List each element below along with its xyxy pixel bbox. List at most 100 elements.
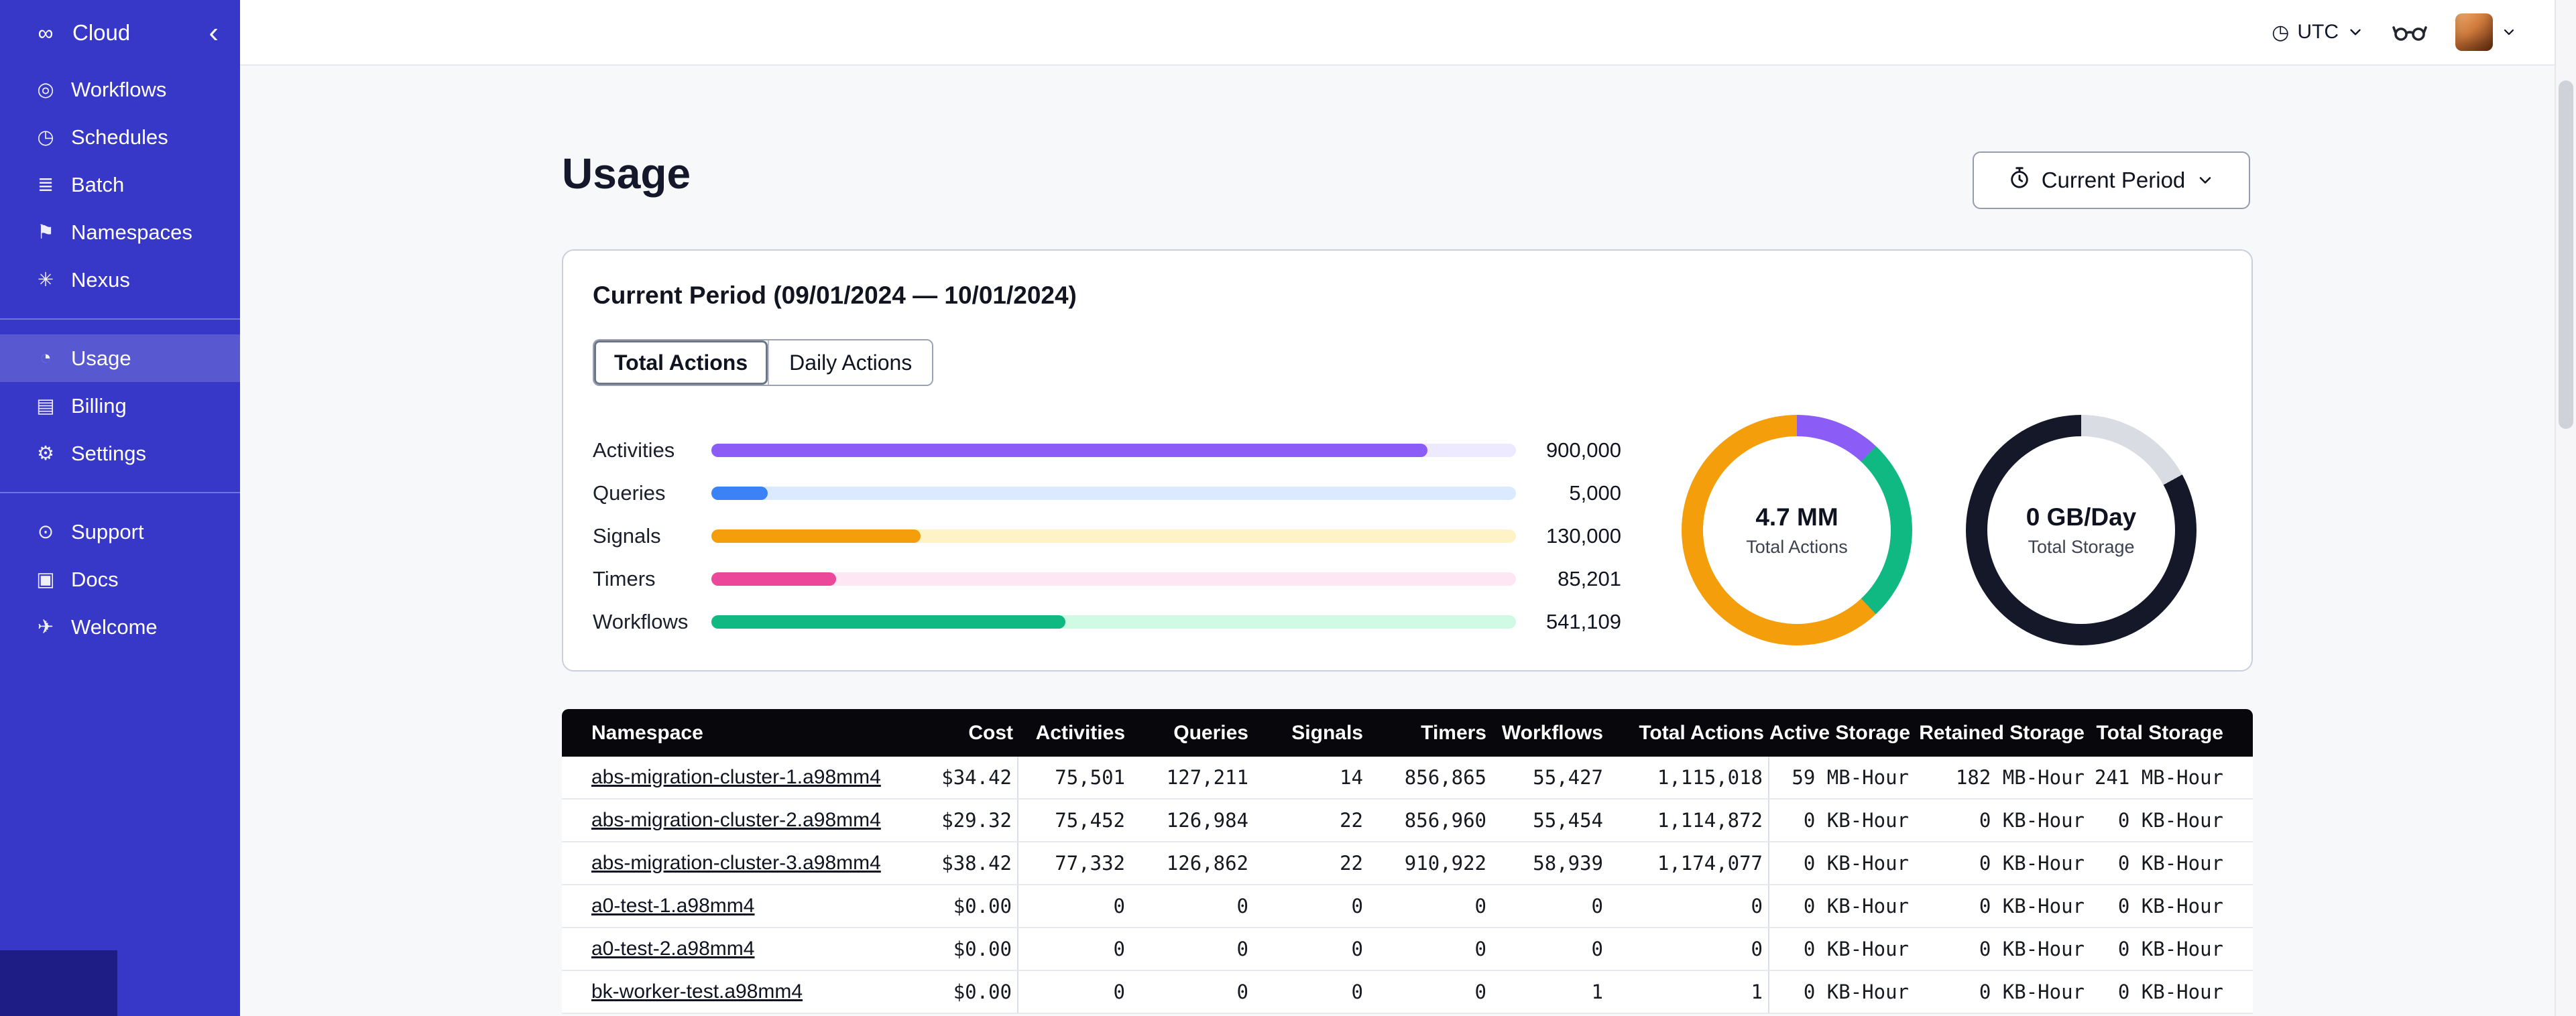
- namespace-link[interactable]: abs-migration-cluster-1.a98mm4: [591, 766, 881, 788]
- cell-queries: 0: [1130, 971, 1254, 1014]
- namespace-link[interactable]: abs-migration-cluster-3.a98mm4: [591, 852, 881, 874]
- bar-label: Workflows: [593, 610, 689, 633]
- cell-total-actions: 1,115,018: [1608, 757, 1769, 800]
- timezone-selector[interactable]: ◷ UTC: [2272, 21, 2364, 44]
- cell-activities: 0: [1018, 928, 1130, 971]
- cell-workflows: 0: [1492, 885, 1608, 928]
- cell-queries: 127,211: [1130, 757, 1254, 800]
- cell-workflows: 55,454: [1492, 800, 1608, 842]
- cell-signals: 0: [1254, 971, 1368, 1014]
- actions-tabs: Total Actions Daily Actions: [593, 339, 934, 386]
- cell-active-storage: 0 KB-Hour: [1769, 885, 1914, 928]
- header-signals: Signals: [1254, 709, 1368, 757]
- cell-workflows: 58,939: [1492, 842, 1608, 885]
- table-row: abs-migration-cluster-3.a98mm4 $38.42 77,3…: [562, 842, 2253, 885]
- sidebar-item-workflows[interactable]: ◎ Workflows: [0, 66, 240, 113]
- sidebar-item-label: Batch: [71, 172, 125, 196]
- cell-total-storage: 241 MB-Hour: [2090, 757, 2253, 800]
- sidebar-item-billing[interactable]: ▤ Billing: [0, 382, 240, 430]
- sidebar-brand[interactable]: ∞ Cloud ‹: [0, 0, 240, 66]
- bar-track: [711, 615, 1516, 629]
- sidebar-item-batch[interactable]: ≣ Batch: [0, 161, 240, 208]
- donut-center: 4.7 MM Total Actions: [1703, 436, 1891, 624]
- cell-namespace: abs-migration-cluster-2.a98mm4: [562, 800, 884, 842]
- cell-retained-storage: 0 KB-Hour: [1914, 885, 2090, 928]
- tab-daily-actions[interactable]: Daily Actions: [768, 340, 933, 385]
- bar-fill: [711, 444, 1427, 457]
- cell-total-storage: 0 KB-Hour: [2090, 842, 2253, 885]
- sidebar-item-usage[interactable]: ◔ Usage: [0, 334, 240, 382]
- total-storage-value: 0 GB/Day: [2026, 503, 2137, 531]
- namespace-link[interactable]: abs-migration-cluster-2.a98mm4: [591, 809, 881, 831]
- bar-value: 85,201: [1558, 567, 1621, 590]
- cell-activities: 77,332: [1018, 842, 1130, 885]
- cell-timers: 0: [1368, 971, 1492, 1014]
- sidebar-item-docs[interactable]: ▣ Docs: [0, 556, 240, 603]
- sidebar-item-support[interactable]: ⊙ Support: [0, 508, 240, 556]
- cell-cost: $38.42: [884, 842, 1018, 885]
- sidebar-item-welcome[interactable]: ✈ Welcome: [0, 603, 240, 651]
- namespace-link[interactable]: bk-worker-test.a98mm4: [591, 980, 803, 1003]
- donut-center: 0 GB/Day Total Storage: [1987, 436, 2175, 624]
- table-row: abs-migration-cluster-2.a98mm4 $29.32 75,4…: [562, 800, 2253, 842]
- page-scrollbar[interactable]: [2555, 0, 2576, 1016]
- cell-activities: 75,452: [1018, 800, 1130, 842]
- chevron-down-icon: [2196, 171, 2215, 190]
- bar-row: Timers 85,201: [593, 558, 1621, 600]
- cell-retained-storage: 0 KB-Hour: [1914, 971, 2090, 1014]
- cell-timers: 910,922: [1368, 842, 1492, 885]
- bar-fill: [711, 487, 768, 500]
- temporal-logo-icon: ∞: [38, 20, 54, 45]
- cell-total-actions: 0: [1608, 928, 1769, 971]
- total-actions-label: Total Actions: [1746, 536, 1848, 557]
- cell-total-storage: 0 KB-Hour: [2090, 885, 2253, 928]
- workflows-icon: ◎: [37, 79, 54, 101]
- cell-cost: $0.00: [884, 928, 1018, 971]
- cell-total-actions: 1,114,872: [1608, 800, 1769, 842]
- sidebar-item-label: Usage: [71, 346, 131, 370]
- cell-workflows: 0: [1492, 928, 1608, 971]
- cell-signals: 0: [1254, 928, 1368, 971]
- clock-icon: ◷: [2272, 21, 2290, 44]
- sidebar-item-label: Workflows: [71, 77, 167, 101]
- sidebar-item-label: Welcome: [71, 615, 158, 639]
- cell-queries: 126,984: [1130, 800, 1254, 842]
- header-timers: Timers: [1368, 709, 1492, 757]
- sidebar-item-namespaces[interactable]: ⚑ Namespaces: [0, 208, 240, 256]
- sidebar-collapse-button[interactable]: ‹: [204, 18, 223, 48]
- sidebar-item-schedules[interactable]: ◷ Schedules: [0, 113, 240, 161]
- page-title: Usage: [562, 149, 691, 198]
- sidebar-nav: ◎ Workflows ◷ Schedules ≣ Batch ⚑ Namespaces ✳ Ne…: [0, 66, 240, 651]
- welcome-icon: ✈: [37, 617, 54, 638]
- period-selector-button[interactable]: Current Period: [1973, 151, 2250, 209]
- cell-signals: 0: [1254, 885, 1368, 928]
- cell-total-storage: 0 KB-Hour: [2090, 928, 2253, 971]
- namespace-link[interactable]: a0-test-1.a98mm4: [591, 895, 754, 917]
- cell-signals: 22: [1254, 842, 1368, 885]
- sidebar-item-nexus[interactable]: ✳ Nexus: [0, 256, 240, 304]
- header-total-storage: Total Storage: [2090, 709, 2253, 757]
- scrollbar-thumb[interactable]: [2559, 80, 2573, 429]
- sidebar-item-label: Billing: [71, 393, 127, 418]
- cell-cost: $0.00: [884, 885, 1018, 928]
- cell-active-storage: 59 MB-Hour: [1769, 757, 1914, 800]
- cell-active-storage: 0 KB-Hour: [1769, 928, 1914, 971]
- incognito-glasses-icon[interactable]: [2392, 22, 2427, 42]
- schedules-icon: ◷: [37, 127, 54, 148]
- cell-active-storage: 0 KB-Hour: [1769, 842, 1914, 885]
- bar-value: 5,000: [1569, 481, 1621, 505]
- usage-table-body: abs-migration-cluster-1.a98mm4 $34.42 75,5…: [562, 757, 2253, 1014]
- header-namespace: Namespace: [562, 709, 884, 757]
- table-header-row: Namespace Cost Activities Queries Signals Tim…: [562, 709, 2253, 757]
- period-selector-label: Current Period: [2041, 168, 2186, 192]
- tab-total-actions[interactable]: Total Actions: [594, 340, 768, 385]
- account-menu[interactable]: [2455, 13, 2517, 51]
- bar-track: [711, 487, 1516, 500]
- bar-label: Signals: [593, 524, 661, 548]
- cell-workflows: 55,427: [1492, 757, 1608, 800]
- cell-signals: 14: [1254, 757, 1368, 800]
- table-row: a0-test-1.a98mm4 $0.00 0 0 0 0 0 0 0 KB-Hour 0 KB…: [562, 885, 2253, 928]
- namespace-link[interactable]: a0-test-2.a98mm4: [591, 938, 754, 960]
- sidebar-divider: [0, 318, 240, 320]
- sidebar-item-settings[interactable]: ⚙ Settings: [0, 430, 240, 477]
